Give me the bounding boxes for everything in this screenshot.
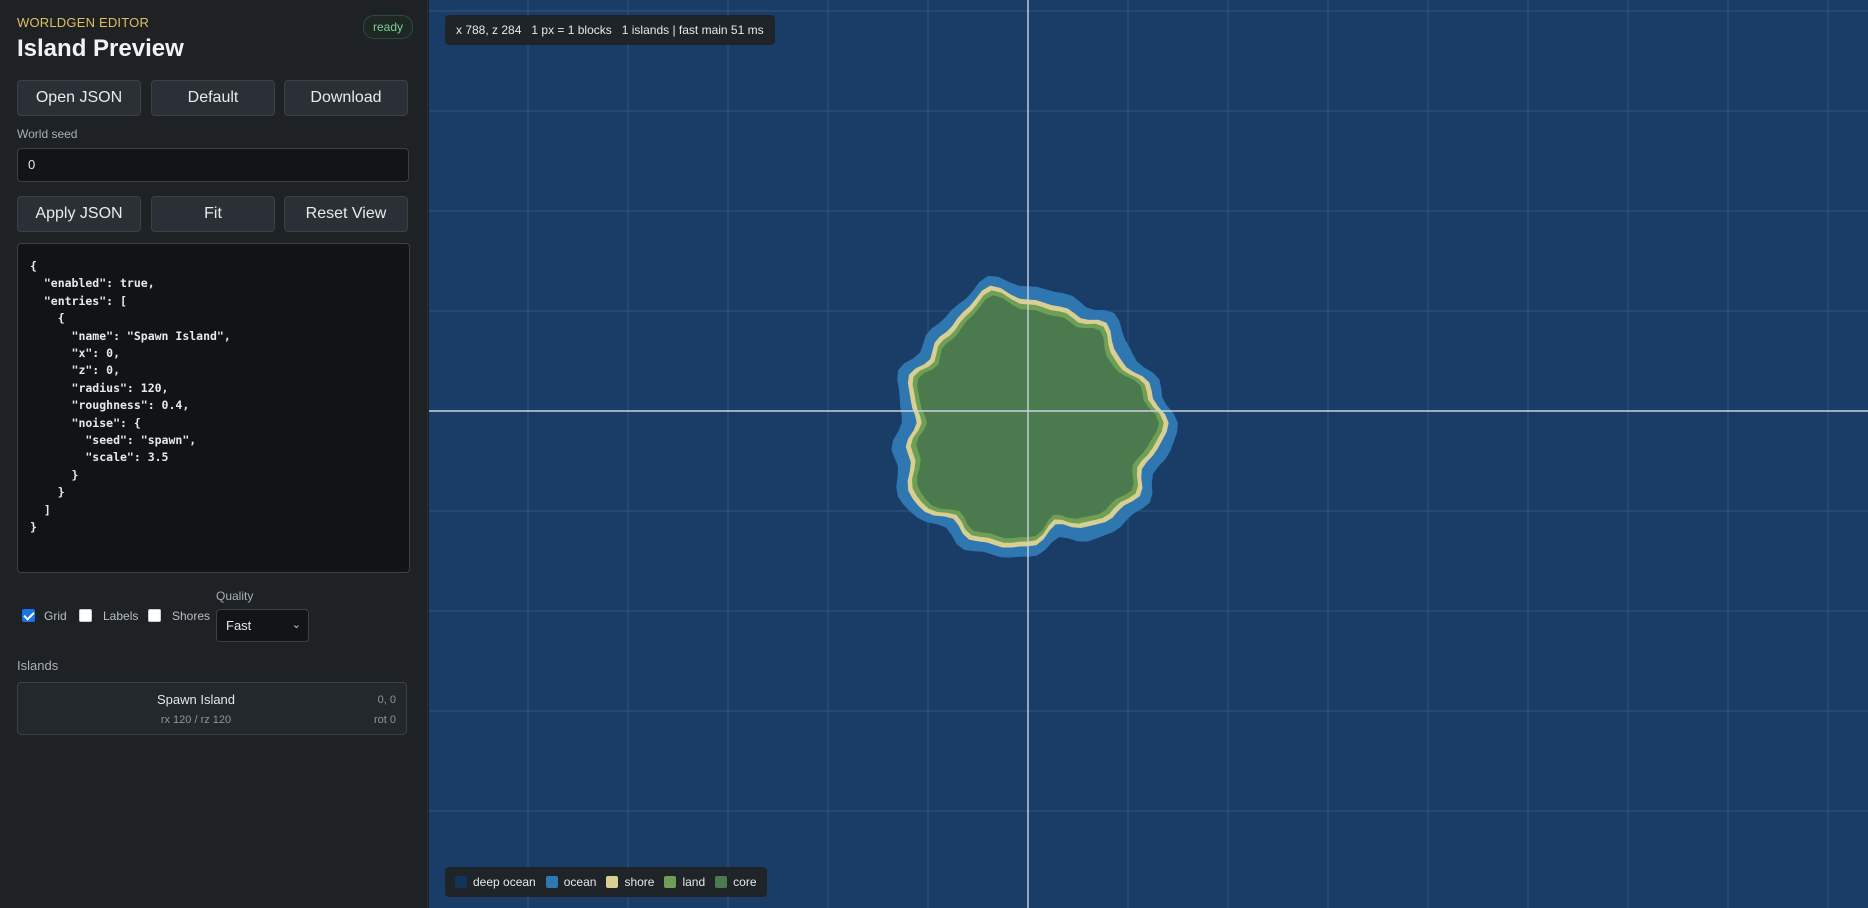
legend-swatch bbox=[715, 876, 728, 888]
map-legend: deep ocean ocean shore land core bbox=[445, 867, 767, 897]
legend-swatch bbox=[545, 876, 558, 888]
world-seed-input[interactable]: 0 bbox=[17, 148, 409, 182]
legend-shore: shore bbox=[606, 867, 654, 897]
legend-swatch bbox=[455, 876, 467, 888]
grid-checkbox[interactable] bbox=[22, 609, 35, 622]
island-dims: rx 120 / rz 120 bbox=[160, 714, 232, 726]
quality-label: Quality bbox=[216, 589, 254, 603]
legend-swatch bbox=[664, 876, 677, 888]
quality-value: Fast bbox=[226, 618, 252, 633]
apply-json-button[interactable]: Apply JSON bbox=[17, 196, 141, 232]
legend-label: ocean bbox=[563, 875, 597, 889]
page-title: Island Preview bbox=[17, 35, 184, 62]
labels-checkbox[interactable] bbox=[79, 609, 92, 622]
island-list-item[interactable]: Spawn Island rx 120 / rz 120 0, 0 rot 0 bbox=[17, 682, 407, 735]
labels-label: Labels bbox=[103, 609, 139, 623]
default-button[interactable]: Default bbox=[151, 80, 275, 116]
seed-label: World seed bbox=[17, 127, 78, 141]
island-spawn bbox=[891, 275, 1178, 558]
legend-label: shore bbox=[624, 875, 655, 889]
json-editor[interactable]: { "enabled": true, "entries": [ { "name"… bbox=[17, 243, 410, 573]
legend-label: land bbox=[682, 875, 706, 889]
fit-button[interactable]: Fit bbox=[151, 196, 275, 232]
chevron-down-icon: ⌄ bbox=[291, 619, 301, 631]
quality-select[interactable]: Fast ⌄ bbox=[216, 609, 309, 642]
status-badge: ready bbox=[363, 15, 414, 39]
open-json-button[interactable]: Open JSON bbox=[17, 80, 141, 116]
shores-label: Shores bbox=[172, 609, 211, 623]
app-label: WORLDGEN EDITOR bbox=[17, 15, 150, 30]
legend-core: core bbox=[715, 867, 757, 897]
legend-swatch bbox=[606, 876, 619, 888]
map-canvas[interactable] bbox=[429, 0, 1868, 908]
sidebar: WORLDGEN EDITOR ready Island Preview Ope… bbox=[0, 0, 428, 908]
island-position: 0, 0 bbox=[377, 694, 396, 706]
legend-deep-ocean: deep ocean bbox=[455, 867, 536, 897]
reset-view-button[interactable]: Reset View bbox=[284, 196, 408, 232]
legend-label: core bbox=[733, 875, 757, 889]
island-rotation: rot 0 bbox=[373, 714, 396, 726]
islands-title: Islands bbox=[17, 658, 59, 673]
grid-label: Grid bbox=[44, 609, 67, 623]
map-viewport[interactable]: x 788, z 284 1 px = 1 blocks 1 islands |… bbox=[429, 0, 1868, 908]
coordinate-readout: x 788, z 284 1 px = 1 blocks 1 islands |… bbox=[445, 15, 775, 45]
download-button[interactable]: Download bbox=[284, 80, 408, 116]
legend-land: land bbox=[664, 867, 705, 897]
shores-checkbox[interactable] bbox=[148, 609, 161, 622]
island-name: Spawn Island bbox=[156, 692, 236, 707]
legend-label: deep ocean bbox=[473, 875, 536, 889]
legend-ocean: ocean bbox=[545, 867, 597, 897]
